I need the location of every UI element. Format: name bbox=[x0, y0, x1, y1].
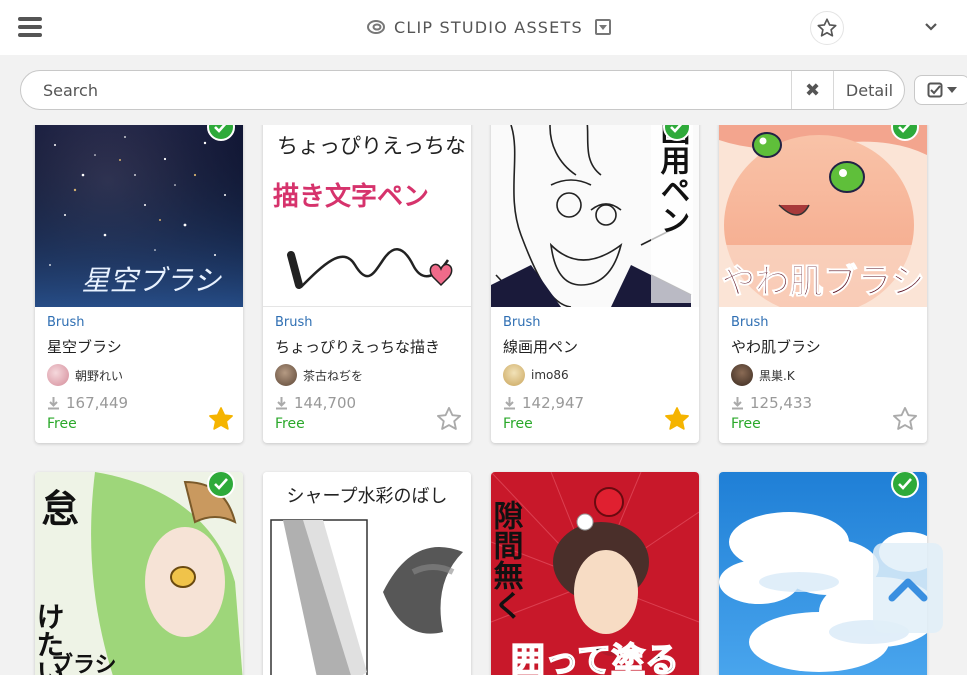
favorite-star-icon[interactable] bbox=[891, 405, 919, 433]
chevron-down-icon[interactable] bbox=[922, 18, 940, 36]
asset-grid: 星空ブラシ Brush 星空ブラシ 朝野れい 167,449 Free ちょっぴ… bbox=[0, 125, 967, 675]
author-name: 黒巣.K bbox=[759, 368, 795, 383]
thumbnail-text: シャープ水彩のばし bbox=[287, 486, 448, 507]
favorites-star-button[interactable] bbox=[810, 11, 844, 45]
asset-card[interactable]: 線画用ペン Brush 線画用ペン imo86 142,947 Free bbox=[491, 125, 699, 443]
download-icon bbox=[48, 397, 59, 410]
download-icon bbox=[276, 397, 287, 410]
hamburger-menu-icon[interactable] bbox=[18, 17, 42, 37]
dropdown-icon bbox=[594, 19, 611, 35]
author-name: imo86 bbox=[531, 368, 569, 382]
clear-search-button[interactable]: ✖ bbox=[791, 71, 833, 109]
caret-down-icon bbox=[947, 87, 957, 93]
download-count: 167,449 bbox=[47, 394, 128, 412]
favorite-star-icon[interactable] bbox=[435, 405, 463, 433]
search-box: ✖ Detail bbox=[20, 70, 905, 110]
asset-price: Free bbox=[503, 416, 533, 432]
thumbnail-text: 怠 bbox=[41, 487, 79, 531]
top-bar: CLIP STUDIO ASSETS bbox=[0, 0, 967, 55]
asset-category: Brush bbox=[47, 315, 85, 330]
thumbnail-text: ちょっぴりえっちな bbox=[277, 134, 466, 158]
asset-thumbnail[interactable]: 怠 けたい ブラシ bbox=[35, 472, 243, 675]
author-name: 朝野れい bbox=[75, 368, 124, 383]
app-title-dropdown[interactable]: CLIP STUDIO ASSETS bbox=[366, 16, 611, 38]
app-title-text: CLIP STUDIO ASSETS bbox=[394, 17, 583, 37]
asset-author[interactable]: 朝野れい bbox=[47, 364, 123, 386]
asset-name[interactable]: 線画用ペン bbox=[503, 336, 699, 357]
asset-price: Free bbox=[731, 416, 761, 432]
avatar bbox=[503, 364, 525, 386]
asset-category: Brush bbox=[275, 315, 313, 330]
asset-author[interactable]: 黒巣.K bbox=[731, 364, 795, 386]
thumbnail-text: やわ肌ブラシ bbox=[721, 262, 924, 302]
download-count-value: 144,700 bbox=[294, 394, 357, 412]
download-count-value: 167,449 bbox=[66, 394, 129, 412]
asset-card[interactable]: 隙間無く 囲って塗る bbox=[491, 472, 699, 675]
close-icon: ✖ bbox=[804, 79, 821, 101]
thumbnail-text: 星空ブラシ bbox=[82, 264, 222, 297]
author-name: 茶古ねぢを bbox=[303, 368, 364, 383]
download-count: 142,947 bbox=[503, 394, 584, 412]
asset-category: Brush bbox=[503, 315, 541, 330]
avatar bbox=[731, 364, 753, 386]
download-icon bbox=[504, 397, 515, 410]
asset-card[interactable]: ちょっぴりえっちな 描き文字ペン Brush ちょっぴりえっちな描き 茶古ねぢを… bbox=[263, 125, 471, 443]
asset-thumbnail[interactable]: やわ肌ブラシ bbox=[719, 125, 927, 307]
star-outline-icon bbox=[817, 18, 837, 37]
thumbnail-text: 線画用ペン bbox=[655, 125, 691, 235]
asset-name[interactable]: やわ肌ブラシ bbox=[731, 336, 927, 357]
download-count: 125,433 bbox=[731, 394, 812, 412]
thumbnail-text: ブラシ bbox=[51, 652, 117, 675]
asset-thumbnail[interactable]: 星空ブラシ bbox=[35, 125, 243, 307]
chevron-up-icon bbox=[888, 578, 928, 602]
download-icon bbox=[732, 397, 743, 410]
asset-thumbnail[interactable]: ちょっぴりえっちな 描き文字ペン bbox=[263, 125, 471, 307]
favorite-star-icon[interactable] bbox=[663, 405, 691, 433]
search-row: ✖ Detail bbox=[0, 55, 967, 125]
clip-studio-logo-icon bbox=[367, 20, 385, 34]
avatar bbox=[47, 364, 69, 386]
download-count-value: 125,433 bbox=[750, 394, 813, 412]
asset-name[interactable]: ちょっぴりえっちな描き bbox=[275, 336, 471, 357]
asset-thumbnail[interactable]: シャープ水彩のばし bbox=[263, 472, 471, 675]
checkbox-icon bbox=[927, 82, 943, 98]
asset-thumbnail[interactable]: 隙間無く 囲って塗る bbox=[491, 472, 699, 675]
filter-dropdown-button[interactable] bbox=[914, 75, 967, 105]
favorite-star-icon[interactable] bbox=[207, 405, 235, 433]
asset-price: Free bbox=[275, 416, 305, 432]
detail-search-button[interactable]: Detail bbox=[833, 71, 905, 109]
asset-name[interactable]: 星空ブラシ bbox=[47, 336, 243, 357]
asset-author[interactable]: imo86 bbox=[503, 364, 569, 386]
asset-card[interactable]: やわ肌ブラシ Brush やわ肌ブラシ 黒巣.K 125,433 Free bbox=[719, 125, 927, 443]
download-count: 144,700 bbox=[275, 394, 356, 412]
thumbnail-text: 隙間無く bbox=[491, 500, 524, 620]
scroll-to-top-button[interactable] bbox=[873, 543, 943, 633]
asset-card[interactable]: 怠 けたい ブラシ bbox=[35, 472, 243, 675]
asset-author[interactable]: 茶古ねぢを bbox=[275, 364, 363, 386]
avatar bbox=[275, 364, 297, 386]
thumbnail-text: 描き文字ペン bbox=[273, 181, 429, 212]
asset-category: Brush bbox=[731, 315, 769, 330]
asset-price: Free bbox=[47, 416, 77, 432]
thumbnail-text: 囲って塗る bbox=[511, 641, 679, 675]
download-count-value: 142,947 bbox=[522, 394, 585, 412]
asset-thumbnail[interactable]: 線画用ペン bbox=[491, 125, 699, 307]
asset-card[interactable]: シャープ水彩のばし bbox=[263, 472, 471, 675]
asset-card[interactable]: 星空ブラシ Brush 星空ブラシ 朝野れい 167,449 Free bbox=[35, 125, 243, 443]
search-input[interactable] bbox=[43, 77, 783, 103]
